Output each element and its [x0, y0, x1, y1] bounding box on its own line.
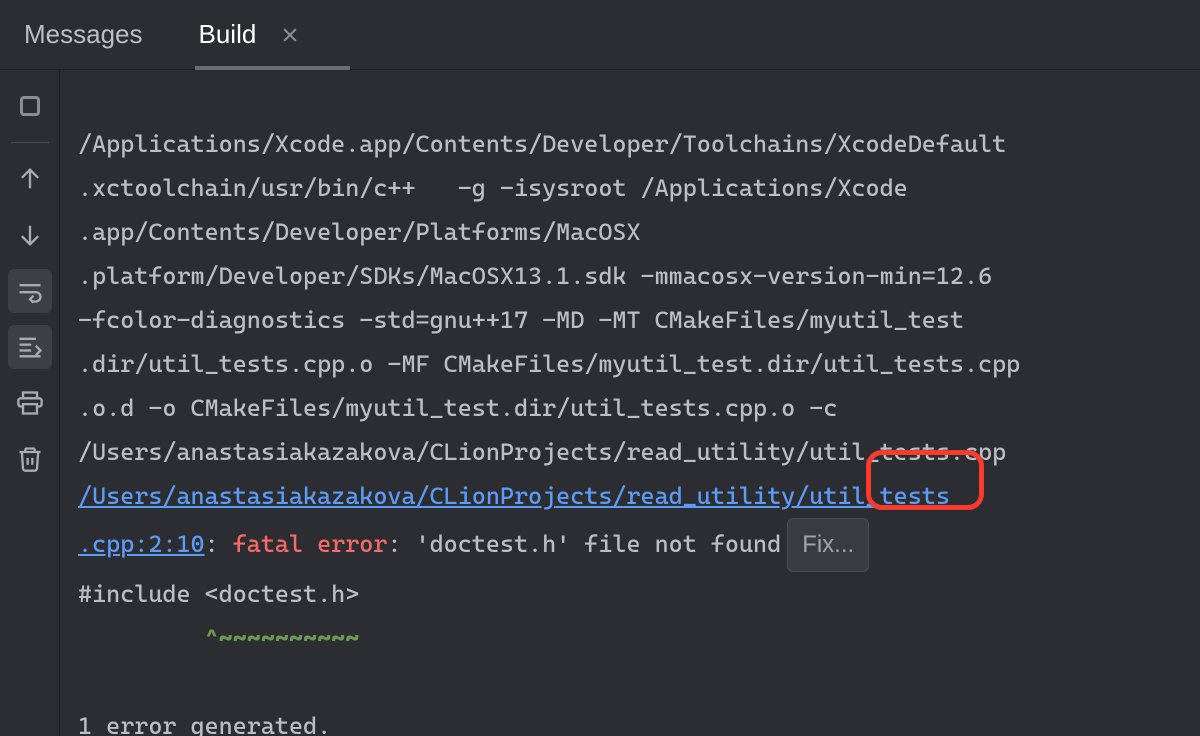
- console-line: -fcolor-diagnostics -std=gnu++17 -MD -MT…: [78, 298, 1182, 342]
- soft-wrap-button[interactable]: [8, 269, 52, 313]
- arrow-up-icon: [16, 165, 44, 193]
- main-area: /Applications/Xcode.app/Contents/Develop…: [0, 70, 1200, 736]
- divider: [11, 142, 49, 143]
- tab-build-label: Build: [199, 19, 257, 50]
- toolbar: [0, 70, 60, 736]
- scroll-to-end-icon: [16, 333, 44, 361]
- console-line: .platform/Developer/SDKs/MacOSX13.1.sdk …: [78, 254, 1182, 298]
- print-icon: [16, 389, 44, 417]
- print-button[interactable]: [8, 381, 52, 425]
- stop-button[interactable]: [8, 84, 52, 128]
- arrow-down-icon: [16, 221, 44, 249]
- console-line: .app/Contents/Developer/Platforms/MacOSX: [78, 210, 1182, 254]
- fix-button[interactable]: Fix...: [787, 518, 869, 572]
- close-icon[interactable]: [280, 25, 300, 45]
- build-output-console[interactable]: /Applications/Xcode.app/Contents/Develop…: [60, 70, 1200, 736]
- scroll-to-end-button[interactable]: [8, 325, 52, 369]
- console-line: #include <doctest.h>: [78, 572, 1182, 616]
- error-message: : 'doctest.h' file not found: [387, 530, 795, 558]
- trash-button[interactable]: [8, 437, 52, 481]
- file-link-line-col[interactable]: .cpp:2:10: [78, 530, 205, 558]
- tab-build[interactable]: Build: [195, 0, 305, 69]
- console-line: .xctoolchain/usr/bin/c++ -g -isysroot /A…: [78, 166, 1182, 210]
- console-line: /Applications/Xcode.app/Contents/Develop…: [78, 122, 1182, 166]
- up-button[interactable]: [8, 157, 52, 201]
- error-label: error: [317, 530, 387, 558]
- console-line: /Users/anastasiakazakova/CLionProjects/r…: [78, 430, 1182, 474]
- tab-messages[interactable]: Messages: [20, 0, 147, 69]
- file-link[interactable]: /Users/anastasiakazakova/CLionProjects/r…: [78, 482, 950, 510]
- text: [303, 530, 317, 558]
- tab-messages-label: Messages: [24, 19, 143, 50]
- soft-wrap-icon: [16, 277, 44, 305]
- text: :: [205, 530, 233, 558]
- stop-icon: [20, 96, 40, 116]
- console-line: [78, 660, 1182, 704]
- down-button[interactable]: [8, 213, 52, 257]
- trash-icon: [16, 445, 44, 473]
- console-line: .o.d -o CMakeFiles/myutil_test.dir/util_…: [78, 386, 1182, 430]
- error-marker: ^~~~~~~~~~~: [78, 616, 1182, 660]
- console-line: .dir/util_tests.cpp.o -MF CMakeFiles/myu…: [78, 342, 1182, 386]
- error-count: 1 error generated.: [78, 704, 1182, 736]
- tab-bar: Messages Build: [0, 0, 1200, 70]
- fatal-label: fatal: [233, 530, 303, 558]
